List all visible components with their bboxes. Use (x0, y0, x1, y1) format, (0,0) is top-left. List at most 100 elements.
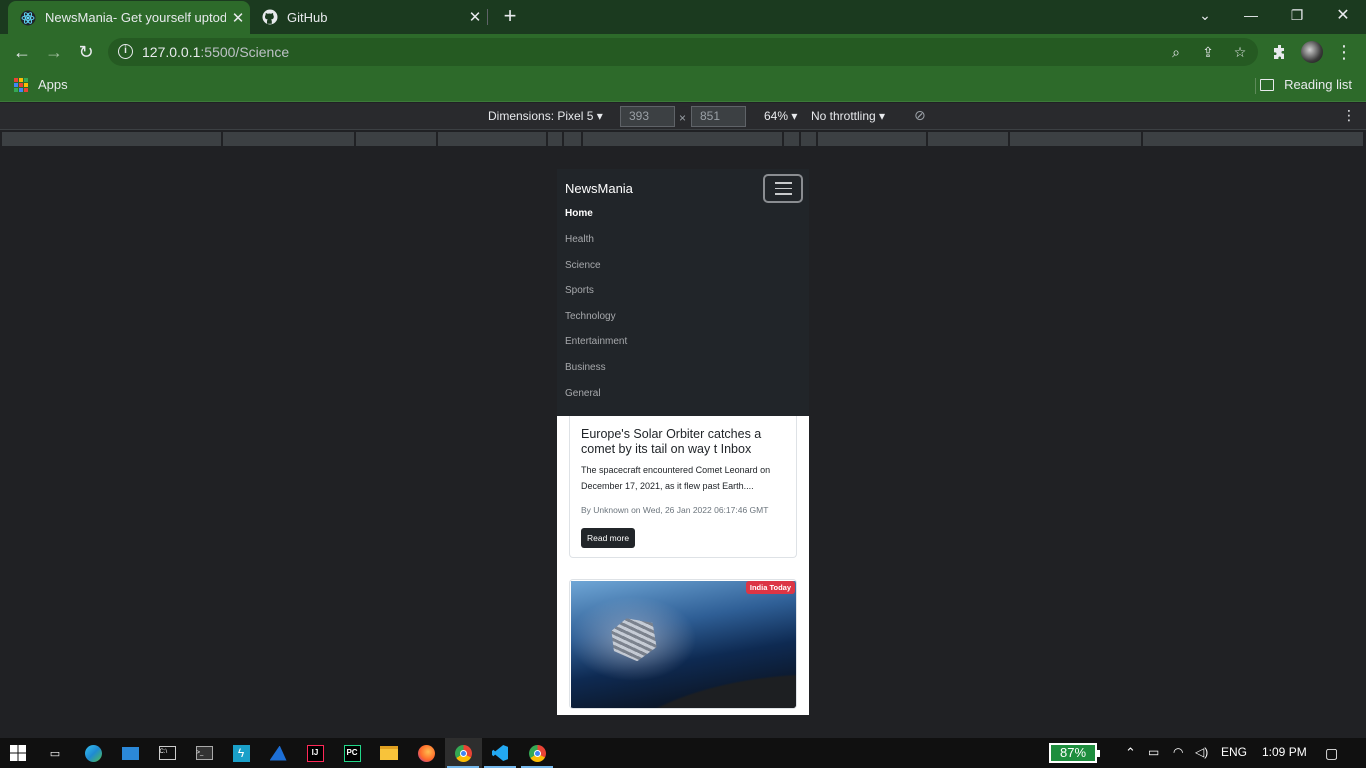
spacecraft-image (605, 610, 663, 667)
taskbar: ▭ C:\ >_ ϟ IJ PC 87% ⌃ ▭ ◠ ◁) ENG 1:09 P… (0, 738, 1366, 768)
bookmark-star-icon[interactable]: ☆ (1230, 42, 1250, 62)
nav-link-home[interactable]: Home (565, 208, 593, 219)
url-text[interactable]: 127.0.0.1:5500/Science (142, 44, 289, 60)
github-icon (262, 9, 278, 25)
news-card-title: Europe's Solar Orbiter catches a comet b… (581, 427, 762, 456)
device-viewport: NewsMania Home Health Science Sports Tec… (557, 169, 809, 715)
battery-icon[interactable]: ▭ (1148, 745, 1159, 759)
site-brand[interactable]: NewsMania (565, 181, 633, 196)
chrome-icon[interactable] (447, 742, 479, 768)
edge-icon[interactable] (82, 742, 104, 764)
site-info-icon[interactable]: i (118, 44, 133, 59)
react-icon (20, 10, 36, 26)
nav-link-business[interactable]: Business (565, 362, 606, 373)
nav-link-sports[interactable]: Sports (565, 285, 594, 296)
tab-separator (487, 9, 488, 25)
zoom-dropdown[interactable]: 64% ▾ (764, 109, 797, 123)
media-query-segment[interactable] (548, 132, 563, 146)
nav-link-health[interactable]: Health (565, 234, 594, 245)
reading-list-label: Reading list (1284, 77, 1352, 92)
bookmarks-bar: Apps Reading list (0, 70, 1366, 102)
dimensions-dropdown[interactable]: Dimensions: Pixel 5 ▾ (488, 109, 603, 123)
nav-link-science[interactable]: Science (565, 260, 601, 271)
read-more-button[interactable]: Read more (581, 528, 636, 548)
media-query-segment[interactable] (1143, 132, 1364, 146)
news-card-meta: By Unknown on Wed, 26 Jan 2022 06:17:46 … (581, 505, 769, 515)
media-query-segment[interactable] (928, 132, 1009, 146)
chrome-profile-icon[interactable] (521, 742, 553, 768)
height-input[interactable]: 851 (691, 106, 746, 127)
news-card: India Today (569, 579, 797, 709)
file-explorer-icon[interactable] (378, 742, 400, 764)
tab-strip: NewsMania- Get yourself uptoda ✕ GitHub … (0, 0, 1366, 34)
site-navbar: NewsMania Home Health Science Sports Tec… (557, 169, 809, 416)
restore-icon[interactable]: ❐ (1274, 0, 1320, 30)
terminal-icon[interactable]: C:\ (156, 742, 178, 764)
tab-newsmania[interactable]: NewsMania- Get yourself uptoda ✕ (8, 1, 250, 34)
bolt-app-icon[interactable]: ϟ (230, 742, 252, 764)
clock[interactable]: 1:09 PM (1262, 745, 1307, 759)
throttling-dropdown[interactable]: No throttling ▾ (811, 109, 885, 123)
media-query-segment[interactable] (1010, 132, 1142, 146)
tab-github[interactable]: GitHub ✕ (250, 0, 487, 34)
news-card-image (571, 581, 796, 708)
intellij-icon[interactable]: IJ (304, 742, 326, 764)
media-query-segment[interactable] (564, 132, 582, 146)
media-query-segment[interactable] (583, 132, 783, 146)
wifi-icon[interactable]: ◠ (1173, 745, 1183, 759)
width-input[interactable]: 393 (620, 106, 675, 127)
vscode-icon[interactable] (484, 742, 516, 768)
apps-label: Apps (38, 77, 68, 92)
bookmarks-separator (1255, 78, 1256, 94)
reload-icon[interactable]: ↻ (72, 38, 100, 66)
language-indicator[interactable]: ENG (1221, 745, 1247, 759)
address-bar[interactable]: i 127.0.0.1:5500/Science ⌕ ⇪ ☆ (108, 38, 1258, 66)
devtools-more-icon[interactable]: ⋮ (1342, 107, 1356, 124)
device-toolbar: Dimensions: Pixel 5 ▾ 393 × 851 64% ▾ No… (0, 103, 1366, 130)
media-query-segment[interactable] (818, 132, 927, 146)
mail-icon[interactable] (119, 742, 141, 764)
console-icon[interactable]: >_ (193, 742, 215, 764)
nav-link-entertainment[interactable]: Entertainment (565, 336, 627, 347)
shark-app-icon[interactable] (267, 742, 289, 764)
media-query-segment[interactable] (223, 132, 355, 146)
nav-link-general[interactable]: General (565, 388, 601, 399)
firefox-icon[interactable] (415, 742, 437, 764)
share-icon[interactable]: ⇪ (1198, 42, 1218, 62)
task-view-icon[interactable]: ▭ (44, 742, 66, 764)
tab-search-icon[interactable]: ⌄ (1182, 0, 1228, 30)
dimension-times-icon: × (679, 111, 687, 125)
back-icon[interactable]: ← (8, 38, 36, 66)
nav-link-technology[interactable]: Technology (565, 311, 616, 322)
battery-indicator[interactable]: 87% (1049, 743, 1100, 763)
windows-start-icon[interactable] (7, 742, 29, 764)
show-hidden-icons-icon[interactable]: ⌃ (1125, 745, 1136, 761)
reading-list-button[interactable]: Reading list (1260, 77, 1352, 92)
minimize-icon[interactable]: — (1228, 0, 1274, 30)
news-card-description: The spacecraft encountered Comet Leonard… (581, 465, 771, 491)
rotate-icon[interactable]: ⊘ (914, 107, 926, 124)
notifications-icon[interactable]: ▢ (1325, 745, 1338, 762)
new-tab-icon[interactable]: + (498, 5, 522, 29)
menu-kebab-icon[interactable]: ⋮ (1330, 38, 1358, 66)
navbar-toggler-icon[interactable] (763, 174, 803, 203)
volume-icon[interactable]: ◁) (1195, 745, 1208, 759)
media-query-segment[interactable] (2, 132, 222, 146)
media-query-segment[interactable] (784, 132, 800, 146)
extensions-icon[interactable] (1266, 38, 1294, 66)
forward-icon[interactable]: → (40, 38, 68, 66)
close-tab-icon[interactable]: ✕ (226, 9, 250, 27)
apps-shortcut[interactable]: Apps (14, 77, 68, 92)
media-query-segment[interactable] (356, 132, 437, 146)
news-card: Europe's Solar Orbiter catches a comet b… (569, 416, 797, 558)
zoom-icon[interactable]: ⌕ (1166, 42, 1186, 62)
close-tab-icon[interactable]: ✕ (463, 8, 487, 26)
profile-avatar[interactable] (1298, 38, 1326, 66)
media-query-segment[interactable] (801, 132, 817, 146)
close-window-icon[interactable]: ✕ (1320, 0, 1366, 30)
reading-list-icon (1260, 78, 1275, 91)
media-query-bar (0, 130, 1366, 148)
pycharm-icon[interactable]: PC (341, 742, 363, 764)
apps-grid-icon (14, 77, 28, 92)
media-query-segment[interactable] (438, 132, 547, 146)
